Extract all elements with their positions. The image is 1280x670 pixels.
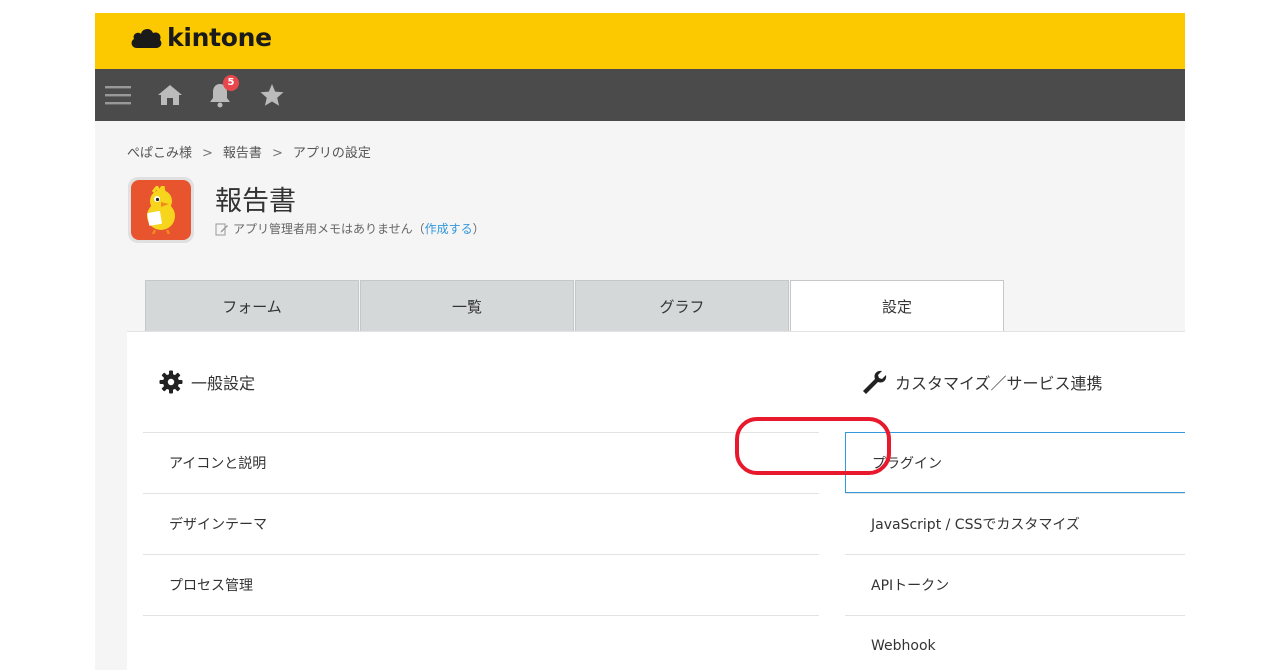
menu-item-plugin[interactable]: プラグイン: [845, 432, 1185, 493]
menu-item-webhook[interactable]: Webhook: [845, 615, 1185, 670]
tab-form[interactable]: フォーム: [145, 280, 359, 331]
memo-close-paren: ）: [472, 222, 485, 236]
main-content: ぺぱこみ様 > 報告書 > アプリの設定 報告書 アプリ管理者用メモはありません（ 作成す…: [95, 121, 1185, 670]
star-icon[interactable]: [257, 69, 287, 121]
page-title: 報告書: [215, 186, 296, 217]
top-header: kintone: [95, 13, 1185, 69]
nav-bar: 5: [95, 69, 1185, 121]
kintone-window: kintone 5 ぺぱこみ様 > 報告書 > アプリの設定 報告書 アプリ管理…: [95, 13, 1185, 670]
settings-panel: 一般設定 アイコンと説明 デザインテーマ プロセス管理 カスタマイズ／サービス連…: [127, 331, 1185, 670]
cloud-logo-icon: [131, 28, 162, 48]
logo-text: kintone: [167, 23, 272, 52]
menu-item-process-management[interactable]: プロセス管理: [143, 554, 819, 615]
chick-mascot-icon: [147, 186, 175, 234]
menu-icon[interactable]: [103, 69, 133, 121]
notification-badge: 5: [223, 75, 239, 91]
breadcrumb-separator: >: [202, 146, 213, 161]
general-settings-heading: 一般設定: [143, 332, 819, 432]
tab-list[interactable]: 一覧: [360, 280, 574, 331]
menu-item-icon-description[interactable]: アイコンと説明: [143, 432, 819, 493]
create-memo-link[interactable]: 作成する: [425, 220, 473, 237]
customize-column: カスタマイズ／サービス連携 プラグイン JavaScript / CSSでカスタ…: [845, 332, 1185, 670]
menu-item-empty: [143, 615, 819, 670]
breadcrumb: ぺぱこみ様 > 報告書 > アプリの設定: [127, 142, 371, 161]
breadcrumb-item-app[interactable]: 報告書: [223, 146, 262, 161]
customize-heading: カスタマイズ／サービス連携: [845, 332, 1185, 432]
breadcrumb-separator: >: [271, 146, 283, 161]
general-settings-column: 一般設定 アイコンと説明 デザインテーマ プロセス管理: [143, 332, 819, 670]
admin-memo: アプリ管理者用メモはありません（ 作成する）: [215, 220, 485, 237]
customize-title: カスタマイズ／サービス連携: [895, 374, 1103, 393]
general-settings-title: 一般設定: [191, 374, 256, 393]
breadcrumb-item-current: アプリの設定: [292, 146, 371, 161]
wrench-icon: [863, 370, 887, 394]
menu-item-js-css[interactable]: JavaScript / CSSでカスタマイズ: [845, 493, 1185, 554]
breadcrumb-item-portal[interactable]: ぺぱこみ様: [127, 146, 192, 161]
home-icon[interactable]: [155, 69, 185, 121]
kintone-logo[interactable]: kintone: [129, 23, 272, 52]
memo-edit-icon: [215, 223, 228, 235]
menu-item-api-token[interactable]: APIトークン: [845, 554, 1185, 615]
app-icon: [128, 177, 194, 243]
tab-graph[interactable]: グラフ: [575, 280, 789, 331]
gear-icon: [159, 370, 183, 394]
memo-text: アプリ管理者用メモはありません（: [233, 222, 425, 236]
settings-tabs: フォーム 一覧 グラフ 設定: [145, 280, 1005, 332]
tab-settings[interactable]: 設定: [790, 280, 1004, 332]
menu-item-design-theme[interactable]: デザインテーマ: [143, 493, 819, 554]
